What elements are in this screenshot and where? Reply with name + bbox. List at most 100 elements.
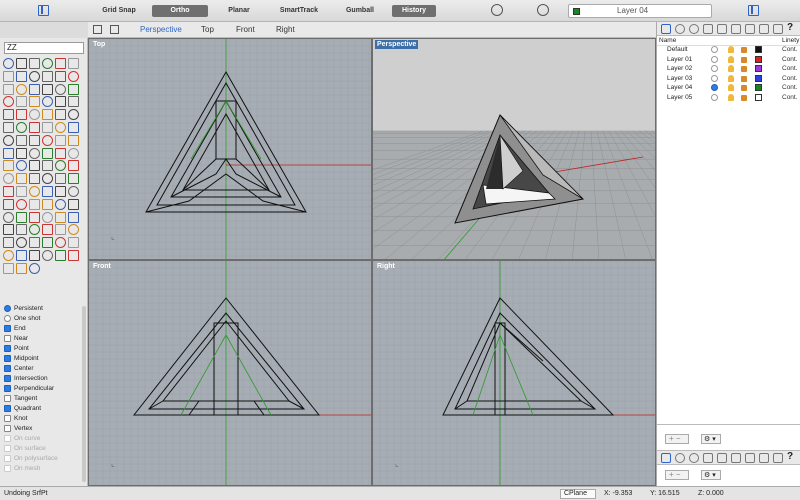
display-tab-icon[interactable] [745,24,755,34]
tool-button-icon[interactable] [29,109,40,121]
layer-row[interactable]: Layer 03 Cont. [657,74,800,84]
osnap-quadrant[interactable]: Quadrant [4,404,80,414]
osnap-tangent[interactable]: Tangent [4,394,80,404]
tool-button-icon[interactable] [3,173,14,185]
layer-color-swatch[interactable] [755,94,762,101]
tool-button-icon[interactable] [3,186,14,197]
tool-button-icon[interactable] [3,58,14,69]
render-tab-icon[interactable] [675,24,685,34]
lights-tab-icon[interactable] [717,24,727,34]
tool-button-icon[interactable] [16,83,27,95]
osnap-scrollbar[interactable] [82,306,86,482]
tool-button-icon[interactable] [29,237,40,249]
tab-top[interactable]: Top [201,24,214,36]
tool-button-icon[interactable] [55,173,66,185]
layer-name[interactable]: Layer 01 [667,55,692,65]
osnap-checkbox[interactable] [4,395,11,402]
layer-row[interactable]: Layer 04 Cont. [657,83,800,93]
viewport-front[interactable]: ⌞ Front [88,260,372,486]
viewport-right-label[interactable]: Right [375,262,397,271]
tool-button-icon[interactable] [42,58,53,69]
layer-linetype[interactable]: Cont. [782,55,798,65]
tool-button-icon[interactable] [29,134,40,146]
tool-button-icon[interactable] [16,70,27,82]
tool-button-icon[interactable] [29,83,40,95]
tool-button-icon[interactable] [3,109,14,121]
tool-button-icon[interactable] [68,211,79,223]
osnap-checkbox[interactable] [4,425,11,432]
tool-button-icon[interactable] [42,198,53,210]
layer-row[interactable]: Layer 02 Cont. [657,64,800,74]
lights-tab-icon-2[interactable] [717,453,727,463]
gumball-toggle[interactable]: Gumball [342,5,378,17]
layer-color-swatch[interactable] [755,65,762,73]
tool-button-icon[interactable] [3,70,14,82]
osnap-intersection[interactable]: Intersection [4,374,80,384]
osnap-checkbox[interactable] [4,345,11,352]
current-layer-radio[interactable] [711,74,718,82]
named-views-tab-icon[interactable] [773,24,783,34]
lock-icon[interactable] [741,95,747,101]
tool-button-icon[interactable] [29,211,40,223]
layer-color-swatch[interactable] [755,74,762,82]
lock-icon[interactable] [741,47,747,53]
grid-tab-icon-2[interactable] [759,453,769,463]
layer-row[interactable]: Layer 01 Cont. [657,55,800,65]
tool-button-icon[interactable] [55,96,66,108]
tool-button-icon[interactable] [42,96,53,108]
tool-button-icon[interactable] [55,70,66,82]
tool-button-icon[interactable] [68,109,79,121]
tool-button-icon[interactable] [3,96,14,108]
tool-button-icon[interactable] [68,250,79,261]
tool-button-icon[interactable] [29,224,40,236]
viewport-perspective-label[interactable]: Perspective [375,40,419,49]
tool-button-icon[interactable] [3,211,14,223]
tool-button-icon[interactable] [42,250,53,261]
tool-button-icon[interactable] [29,147,40,159]
tool-button-icon[interactable] [42,109,53,121]
render-tab-icon-2[interactable] [675,453,685,463]
layer-name[interactable]: Default [667,45,688,55]
tool-button-icon[interactable] [42,173,53,185]
tool-button-icon[interactable] [68,122,79,133]
osnap-midpoint[interactable]: Midpoint [4,354,80,364]
persistent-radio[interactable] [4,305,11,312]
layers-tab-icon-2[interactable] [661,453,671,463]
tool-button-icon[interactable] [3,198,14,210]
tool-button-icon[interactable] [16,224,27,236]
smarttrack-toggle[interactable]: SmartTrack [276,5,322,17]
layer-row[interactable]: Default Cont. [657,45,800,55]
tool-button-icon[interactable] [3,224,14,236]
tool-button-icon[interactable] [16,58,27,69]
tool-button-icon[interactable] [55,122,66,133]
named-views-tab-icon-2[interactable] [773,453,783,463]
tool-button-icon[interactable] [3,250,14,261]
osnap-checkbox[interactable] [4,375,11,382]
tool-button-icon[interactable] [68,237,79,249]
tool-button-icon[interactable] [29,58,40,69]
tool-button-icon[interactable] [68,198,79,210]
layer-name[interactable]: Layer 05 [667,93,692,103]
tool-button-icon[interactable] [68,83,79,95]
tool-button-icon[interactable] [42,147,53,159]
tool-button-icon[interactable] [16,173,27,185]
osnap-center[interactable]: Center [4,364,80,374]
history-toggle[interactable]: History [392,5,436,17]
planar-toggle[interactable]: Planar [222,5,256,17]
tool-button-icon[interactable] [42,186,53,197]
tool-button-icon[interactable] [29,160,40,172]
tool-button-icon[interactable] [3,237,14,249]
single-layout-icon[interactable] [110,25,119,34]
layer-name[interactable]: Layer 02 [667,64,692,74]
tool-button-icon[interactable] [55,224,66,236]
tool-button-icon[interactable] [55,147,66,159]
tool-button-icon[interactable] [16,134,27,146]
tool-button-icon[interactable] [16,160,27,172]
lock-icon[interactable] [741,75,747,82]
viewport-right[interactable]: ⌞ Right [372,260,656,486]
tool-button-icon[interactable] [42,70,53,82]
viewport-perspective[interactable]: Perspective [372,38,656,260]
tool-button-icon[interactable] [68,224,79,236]
tool-button-icon[interactable] [16,109,27,121]
add-layer-button-2[interactable]: + − [665,470,689,480]
